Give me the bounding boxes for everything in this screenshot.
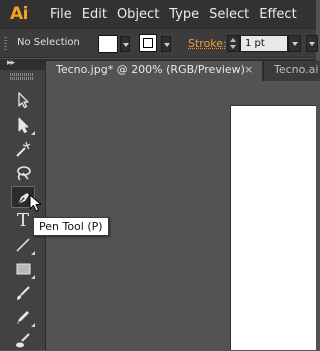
tab-tecno-jpg[interactable]: Tecno.jpg* @ 200% (RGB/Preview) × bbox=[46, 61, 262, 81]
document-tabs: Tecno.jpg* @ 200% (RGB/Preview) × Tecno.… bbox=[46, 59, 320, 81]
selection-tool[interactable] bbox=[11, 89, 35, 111]
menu-type[interactable]: Type bbox=[169, 7, 199, 22]
close-icon[interactable]: × bbox=[244, 61, 253, 79]
stroke-dropdown-button[interactable] bbox=[161, 36, 171, 52]
menu-effect[interactable]: Effect bbox=[259, 7, 296, 22]
menu-edit[interactable]: Edit bbox=[82, 7, 107, 22]
magic-wand-tool[interactable] bbox=[11, 138, 35, 160]
type-t-icon: T bbox=[17, 210, 30, 231]
menu-object[interactable]: Object bbox=[117, 7, 159, 22]
app-logo: Ai bbox=[10, 4, 28, 24]
blob-brush-icon bbox=[16, 333, 30, 348]
fill-color-swatch[interactable] bbox=[98, 35, 118, 53]
submenu-indicator bbox=[31, 275, 35, 279]
lasso-icon bbox=[17, 166, 31, 181]
tab-label: Tecno.ai bbox=[274, 63, 319, 76]
menu-select[interactable]: Select bbox=[209, 7, 249, 22]
lasso-tool[interactable] bbox=[11, 162, 35, 184]
tab-tecno-ai[interactable]: Tecno.ai bbox=[264, 61, 320, 81]
line-icon bbox=[16, 238, 30, 252]
artboard[interactable] bbox=[230, 105, 316, 350]
paintbrush-icon bbox=[17, 286, 30, 300]
submenu-indicator bbox=[31, 131, 35, 135]
menu-bar: Ai File Edit Object Type Select Effect bbox=[0, 0, 316, 28]
selection-status: No Selection bbox=[17, 37, 80, 48]
panel-grip[interactable] bbox=[10, 73, 34, 76]
mouse-pointer-icon bbox=[29, 194, 42, 212]
stroke-weight-input[interactable]: 1 pt bbox=[240, 35, 288, 52]
blob-brush-tool[interactable] bbox=[11, 329, 35, 351]
submenu-indicator bbox=[31, 323, 35, 327]
stroke-weight-stepper[interactable] bbox=[227, 35, 240, 52]
stroke-panel-link[interactable]: Stroke: bbox=[188, 37, 227, 50]
control-bar: No Selection Stroke: 1 pt bbox=[0, 28, 318, 58]
line-segment-tool[interactable] bbox=[11, 234, 35, 256]
control-bar-grip[interactable] bbox=[4, 37, 7, 51]
stroke-color-swatch[interactable] bbox=[139, 34, 157, 52]
menu-file[interactable]: File bbox=[50, 7, 72, 22]
rectangle-icon bbox=[16, 263, 31, 275]
tools-panel-header: ▸▸ bbox=[0, 58, 46, 70]
stroke-weight-dropdown[interactable] bbox=[288, 35, 301, 52]
magic-wand-icon bbox=[16, 141, 31, 157]
tab-label: Tecno.jpg* @ 200% (RGB/Preview) bbox=[56, 63, 245, 76]
tool-tooltip: Pen Tool (P) bbox=[33, 217, 109, 236]
profile-dropdown[interactable] bbox=[306, 35, 318, 52]
submenu-indicator bbox=[31, 251, 35, 255]
rectangle-tool[interactable] bbox=[11, 258, 35, 280]
paintbrush-tool[interactable] bbox=[11, 282, 35, 304]
selection-arrow-icon bbox=[18, 92, 29, 109]
pencil-tool[interactable] bbox=[11, 306, 35, 328]
pencil-icon bbox=[17, 311, 29, 324]
panel-grip[interactable] bbox=[10, 77, 34, 80]
direct-selection-tool[interactable] bbox=[11, 114, 35, 136]
collapse-icon[interactable]: ▸▸ bbox=[7, 58, 15, 68]
fill-dropdown-button[interactable] bbox=[120, 36, 130, 52]
direct-selection-arrow-icon bbox=[18, 117, 29, 133]
